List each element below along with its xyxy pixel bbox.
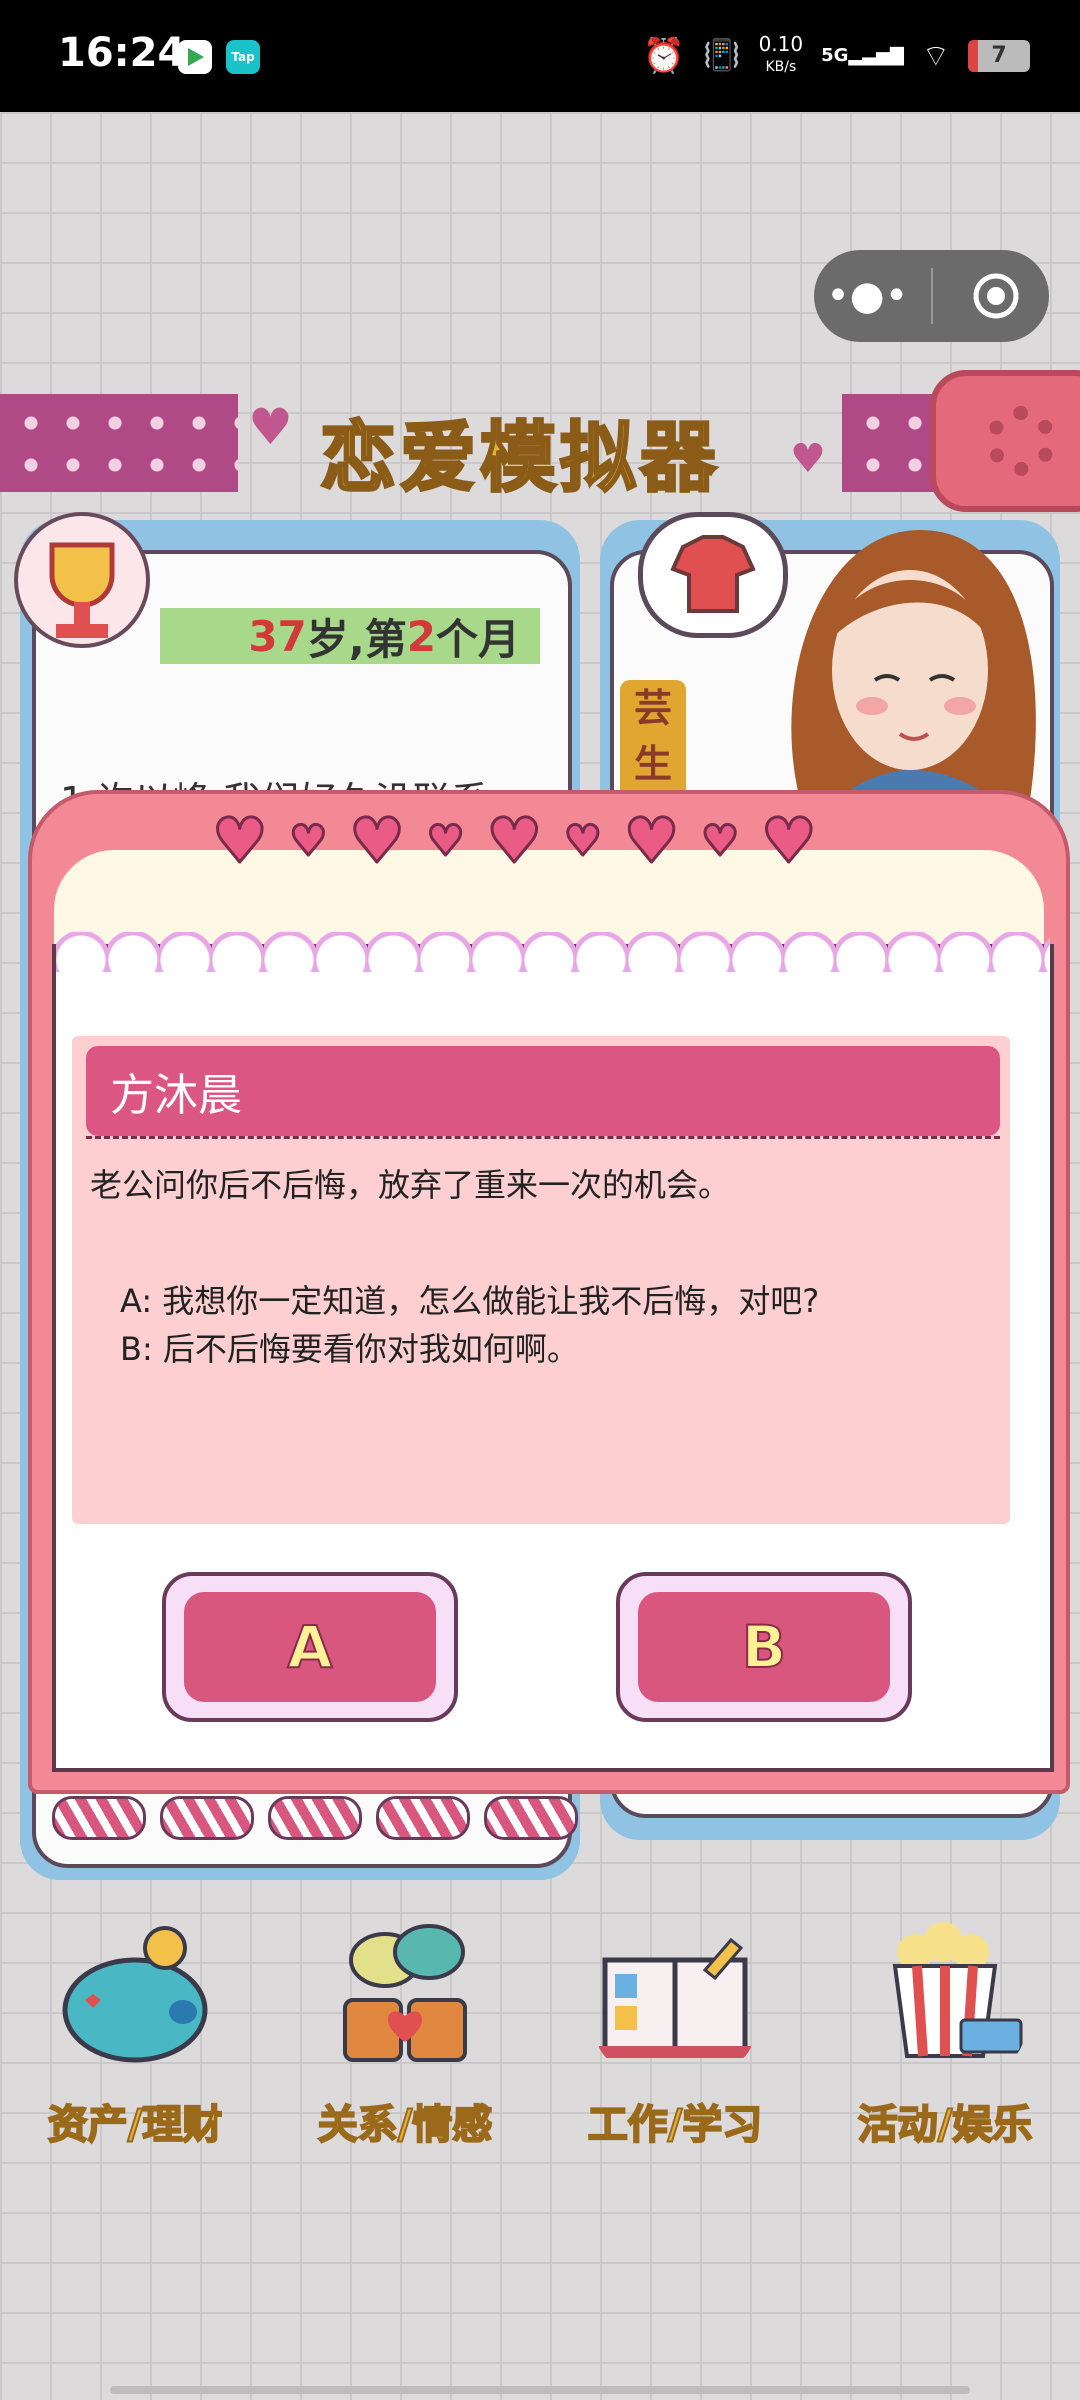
heart-icon: ♥	[348, 803, 407, 879]
heart-icon: ♥	[211, 803, 270, 879]
miniprogram-capsule: •●•	[814, 250, 1049, 342]
alarm-icon: ⏰	[642, 35, 686, 76]
piggy-bank-icon	[62, 1926, 208, 2063]
status-icons: ⏰ 📳 0.10 KB/s 5G▂▃▅▇ ⌔ 7	[643, 34, 1030, 77]
net-speed-value: 0.10	[758, 32, 804, 56]
coffee-cups-icon	[343, 1924, 467, 2062]
network-type: 5G	[821, 45, 849, 66]
battery-level: 7	[991, 43, 1007, 68]
candy-row	[52, 1796, 578, 1840]
age-suffix-text: 个月	[435, 614, 520, 664]
vibrate-icon: 📳	[703, 38, 741, 73]
battery-icon: 7	[968, 39, 1030, 72]
nav-activities[interactable]: 活动/娱乐	[830, 1920, 1060, 2160]
banner-strip-left	[0, 394, 238, 492]
character-name: 芸生	[620, 680, 686, 800]
heart-icon: ♥	[622, 803, 681, 879]
more-dots-icon: •●•	[826, 273, 909, 319]
heart-icon: ♥	[485, 803, 544, 879]
candy-icon	[376, 1796, 470, 1840]
game-title: 恋爱模拟器	[319, 412, 720, 504]
nav-relationships[interactable]: 关系/情感	[290, 1920, 520, 2160]
trophy-icon	[14, 512, 150, 648]
status-bar: 16:24 Tap ⏰ 📳 0.10 KB/s 5G▂▃▅▇ ⌔ 7	[0, 0, 1080, 112]
nav-relationships-label: 关系/情感	[317, 2101, 494, 2149]
heart-deco-icon: ♥	[248, 398, 293, 456]
close-miniprogram-button[interactable]	[943, 250, 1050, 342]
more-button[interactable]: •●•	[814, 250, 921, 342]
scallop-edge	[56, 932, 1050, 972]
wifi-icon: ⌔	[921, 38, 950, 74]
status-time: 16:24	[58, 30, 186, 76]
banner-strip-right	[842, 394, 942, 492]
candy-icon	[268, 1796, 362, 1840]
option-a-text: A: 我想你一定知道，怎么做能让我不后悔，对吧?	[120, 1282, 820, 1320]
option-b-text: B: 后不后悔要看你对我如何啊。	[120, 1330, 579, 1368]
heart-icon: ♥	[760, 803, 819, 879]
choice-a-label: A	[184, 1592, 436, 1702]
nav-assets[interactable]: 资产/理财	[20, 1920, 250, 2160]
gear-icon	[986, 406, 1056, 476]
candy-icon	[52, 1796, 146, 1840]
open-book-icon	[599, 1937, 751, 2058]
taptap-icon: Tap	[226, 40, 260, 74]
dialog-question: 老公问你后不后悔，放弃了重来一次的机会。	[90, 1166, 731, 1204]
choice-a-button[interactable]: A	[162, 1572, 458, 1722]
age-years: 37	[248, 611, 307, 661]
choice-b-label: B	[638, 1592, 890, 1702]
settings-button[interactable]	[930, 370, 1080, 512]
heart-deco-icon: ♥	[790, 436, 826, 482]
net-speed: 0.10 KB/s	[759, 34, 804, 77]
character-portrait	[791, 530, 1036, 800]
choice-b-button[interactable]: B	[616, 1572, 912, 1722]
heart-icon: ♥	[425, 815, 466, 867]
popcorn-icon	[892, 1922, 1023, 2058]
speaker-underline	[86, 1136, 1000, 1139]
signal-icon: 5G▂▃▅▇	[821, 45, 904, 66]
heart-row: ♥ ♥ ♥ ♥ ♥ ♥ ♥ ♥ ♥	[211, 803, 819, 879]
age-month: 2	[406, 611, 436, 661]
candy-icon	[484, 1796, 578, 1840]
age-mid-text: 岁,第	[306, 614, 407, 664]
net-speed-unit: KB/s	[765, 59, 797, 75]
speaker-name: 方沐晨	[86, 1046, 1000, 1136]
heart-icon: ♥	[288, 815, 329, 867]
heart-icon: ♥	[700, 815, 741, 867]
target-icon	[973, 273, 1019, 319]
play-store-icon	[178, 40, 212, 74]
nav-work-study-label: 工作/学习	[587, 2101, 764, 2149]
capsule-divider	[930, 268, 933, 324]
gesture-bar	[110, 2386, 970, 2394]
nav-assets-label: 资产/理财	[47, 2101, 224, 2149]
candy-icon	[160, 1796, 254, 1840]
nav-work-study[interactable]: 工作/学习	[560, 1920, 790, 2160]
heart-icon: ♥	[563, 815, 604, 867]
age-tag: 37 岁,第 2 个月	[160, 608, 540, 664]
nav-activities-label: 活动/娱乐	[857, 2101, 1034, 2149]
